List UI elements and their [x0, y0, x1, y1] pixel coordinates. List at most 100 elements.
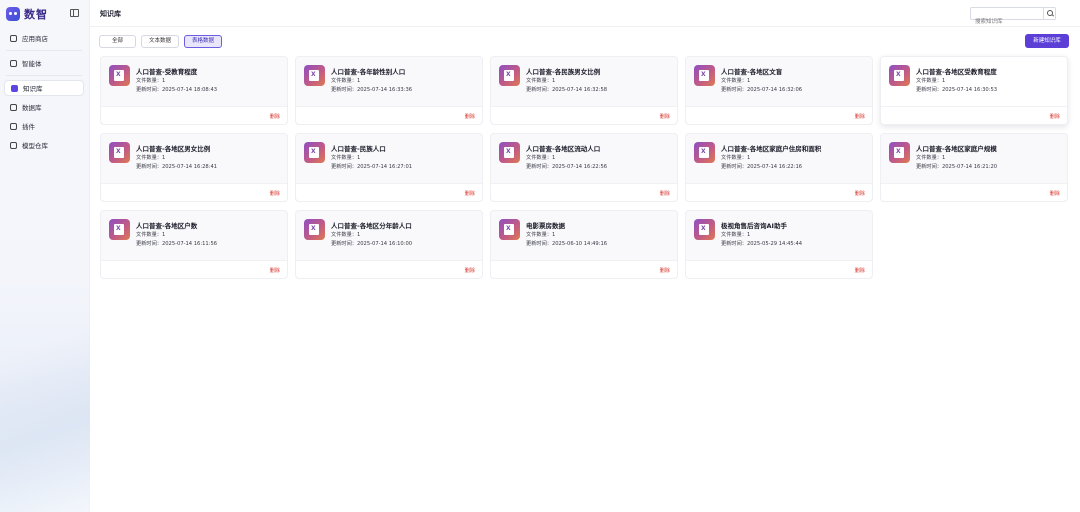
delete-button[interactable]: 删除	[465, 267, 475, 274]
card-footer	[881, 183, 1067, 201]
knowledge-base-card[interactable]: 人口普查-民族人口文件数量：1 更新时间：2025-07-14 16:27:01 删…	[295, 133, 483, 202]
file-count: 文件数量：1	[526, 77, 555, 84]
sidebar-item-plugin[interactable]: 插件	[4, 118, 84, 134]
delete-button[interactable]: 删除	[270, 113, 280, 120]
sidebar-item-knowledge-base[interactable]: 知识库	[4, 80, 84, 96]
updated-value: 2025-07-14 16:22:16	[746, 164, 803, 170]
knowledge-base-card[interactable]: 极视角售后咨询AI助手文件数量：1 更新时间：2025-05-29 14:45:4…	[685, 210, 873, 279]
card-footer	[296, 106, 482, 124]
knowledge-base-card[interactable]: 人口普查-受教育程度文件数量：1 更新时间：2025-07-14 18:08:43…	[100, 56, 288, 125]
sidebar-item-agent[interactable]: 智能体	[4, 55, 84, 71]
delete-button[interactable]: 删除	[1050, 113, 1060, 120]
tab-text-data[interactable]: 文本数据	[141, 35, 180, 48]
sidebar-item-model-repo[interactable]: 模型仓库	[4, 137, 84, 153]
updated-value: 2025-07-14 16:21:20	[941, 164, 998, 170]
delete-button[interactable]: 删除	[270, 267, 280, 274]
updated-time: 更新时间：2025-07-14 16:28:41	[136, 163, 217, 170]
file-count: 文件数量：1	[331, 231, 360, 238]
file-count-label: 文件数量：	[526, 155, 552, 161]
card-footer	[101, 183, 287, 201]
file-count-label: 文件数量：	[721, 155, 747, 161]
knowledge-base-card[interactable]: 人口普查-各地区受教育程度文件数量：1 更新时间：2025-07-14 16:30…	[880, 56, 1068, 125]
sidebar-item-database[interactable]: 数据库	[4, 99, 84, 115]
file-count-value: 1	[551, 232, 556, 238]
knowledge-base-card[interactable]: 人口普查-各地区户数文件数量：1 更新时间：2025-07-14 16:11:56…	[100, 210, 288, 279]
card-title: 人口普查-各地区受教育程度	[916, 68, 997, 76]
updated-value: 2025-07-14 18:08:43	[161, 87, 218, 93]
search-icon[interactable]	[1043, 8, 1055, 19]
card-footer	[686, 106, 872, 124]
excel-file-icon	[694, 65, 715, 86]
tab-all[interactable]: 全部	[99, 35, 136, 48]
updated-label: 更新时间：	[916, 87, 942, 93]
sidebar-item-label: 数据库	[22, 104, 42, 112]
file-count-label: 文件数量：	[136, 155, 162, 161]
new-knowledge-base-button[interactable]: 新建知识库	[1025, 34, 1069, 48]
file-count-value: 1	[161, 155, 166, 161]
sidebar-collapse-icon[interactable]	[70, 9, 79, 17]
knowledge-base-card[interactable]: 人口普查-各民族男女比例文件数量：1 更新时间：2025-07-14 16:32:…	[490, 56, 678, 125]
sidebar-item-app-store[interactable]: 应用商店	[4, 30, 84, 46]
delete-button[interactable]: 删除	[660, 267, 670, 274]
sidebar-item-label: 插件	[22, 123, 35, 131]
card-footer	[491, 106, 677, 124]
knowledge-base-card[interactable]: 人口普查-各年龄性别人口文件数量：1 更新时间：2025-07-14 16:33:…	[295, 56, 483, 125]
delete-button[interactable]: 删除	[660, 190, 670, 197]
file-count: 文件数量：1	[916, 77, 945, 84]
delete-button[interactable]: 删除	[855, 190, 865, 197]
file-count-value: 1	[161, 232, 166, 238]
file-count-value: 1	[356, 78, 361, 84]
updated-label: 更新时间：	[331, 87, 357, 93]
page-title: 知识库	[100, 10, 121, 18]
excel-file-icon	[499, 219, 520, 240]
delete-button[interactable]: 删除	[465, 190, 475, 197]
sidebar-item-label: 模型仓库	[22, 142, 48, 150]
updated-value: 2025-07-14 16:11:56	[161, 241, 218, 247]
knowledge-base-card[interactable]: 人口普查-各地区家庭户住房和面积文件数量：1 更新时间：2025-07-14 16…	[685, 133, 873, 202]
file-count-label: 文件数量：	[526, 78, 552, 84]
updated-label: 更新时间：	[136, 164, 162, 170]
knowledge-base-card[interactable]: 人口普查-各地区文盲文件数量：1 更新时间：2025-07-14 16:32:06…	[685, 56, 873, 125]
brand[interactable]: 数智	[6, 6, 48, 22]
card-footer	[101, 106, 287, 124]
file-count-label: 文件数量：	[331, 78, 357, 84]
file-count-label: 文件数量：	[331, 155, 357, 161]
delete-button[interactable]: 删除	[465, 113, 475, 120]
updated-label: 更新时间：	[136, 87, 162, 93]
delete-button[interactable]: 删除	[270, 190, 280, 197]
tab-table-data[interactable]: 表格数据	[184, 35, 223, 48]
updated-time: 更新时间：2025-06-10 14:49:16	[526, 240, 607, 247]
card-title: 人口普查-各地区分年龄人口	[331, 222, 412, 230]
card-title: 人口普查-各地区家庭户规模	[916, 145, 997, 153]
file-count: 文件数量：1	[136, 154, 165, 161]
knowledge-base-card[interactable]: 电影票房数据文件数量：1 更新时间：2025-06-10 14:49:16 删除	[490, 210, 678, 279]
file-count: 文件数量：1	[136, 231, 165, 238]
knowledge-base-card[interactable]: 人口普查-各地区分年龄人口文件数量：1 更新时间：2025-07-14 16:10…	[295, 210, 483, 279]
updated-value: 2025-07-14 16:27:01	[356, 164, 413, 170]
excel-file-icon	[694, 142, 715, 163]
card-title: 人口普查-各地区文盲	[721, 68, 783, 76]
delete-button[interactable]: 删除	[855, 267, 865, 274]
card-footer	[881, 106, 1067, 124]
delete-button[interactable]: 删除	[855, 113, 865, 120]
brand-name: 数智	[24, 8, 48, 21]
file-count: 文件数量：1	[916, 154, 945, 161]
updated-time: 更新时间：2025-07-14 18:08:43	[136, 86, 217, 93]
updated-time: 更新时间：2025-05-29 14:45:44	[721, 240, 802, 247]
knowledge-base-card[interactable]: 人口普查-各地区流动人口文件数量：1 更新时间：2025-07-14 16:22:…	[490, 133, 678, 202]
file-count-value: 1	[356, 155, 361, 161]
book-icon	[11, 84, 18, 92]
updated-time: 更新时间：2025-07-14 16:22:16	[721, 163, 802, 170]
card-footer	[491, 260, 677, 278]
delete-button[interactable]: 删除	[660, 113, 670, 120]
search-input[interactable]	[971, 16, 1041, 28]
sidebar-item-label: 智能体	[22, 60, 42, 68]
file-count-value: 1	[551, 155, 556, 161]
knowledge-base-card[interactable]: 人口普查-各地区家庭户规模文件数量：1 更新时间：2025-07-14 16:21…	[880, 133, 1068, 202]
updated-label: 更新时间：	[526, 164, 552, 170]
file-count-label: 文件数量：	[721, 78, 747, 84]
delete-button[interactable]: 删除	[1050, 190, 1060, 197]
knowledge-base-card[interactable]: 人口普查-各地区男女比例文件数量：1 更新时间：2025-07-14 16:28:…	[100, 133, 288, 202]
file-count-value: 1	[746, 155, 751, 161]
search-box	[970, 7, 1056, 28]
